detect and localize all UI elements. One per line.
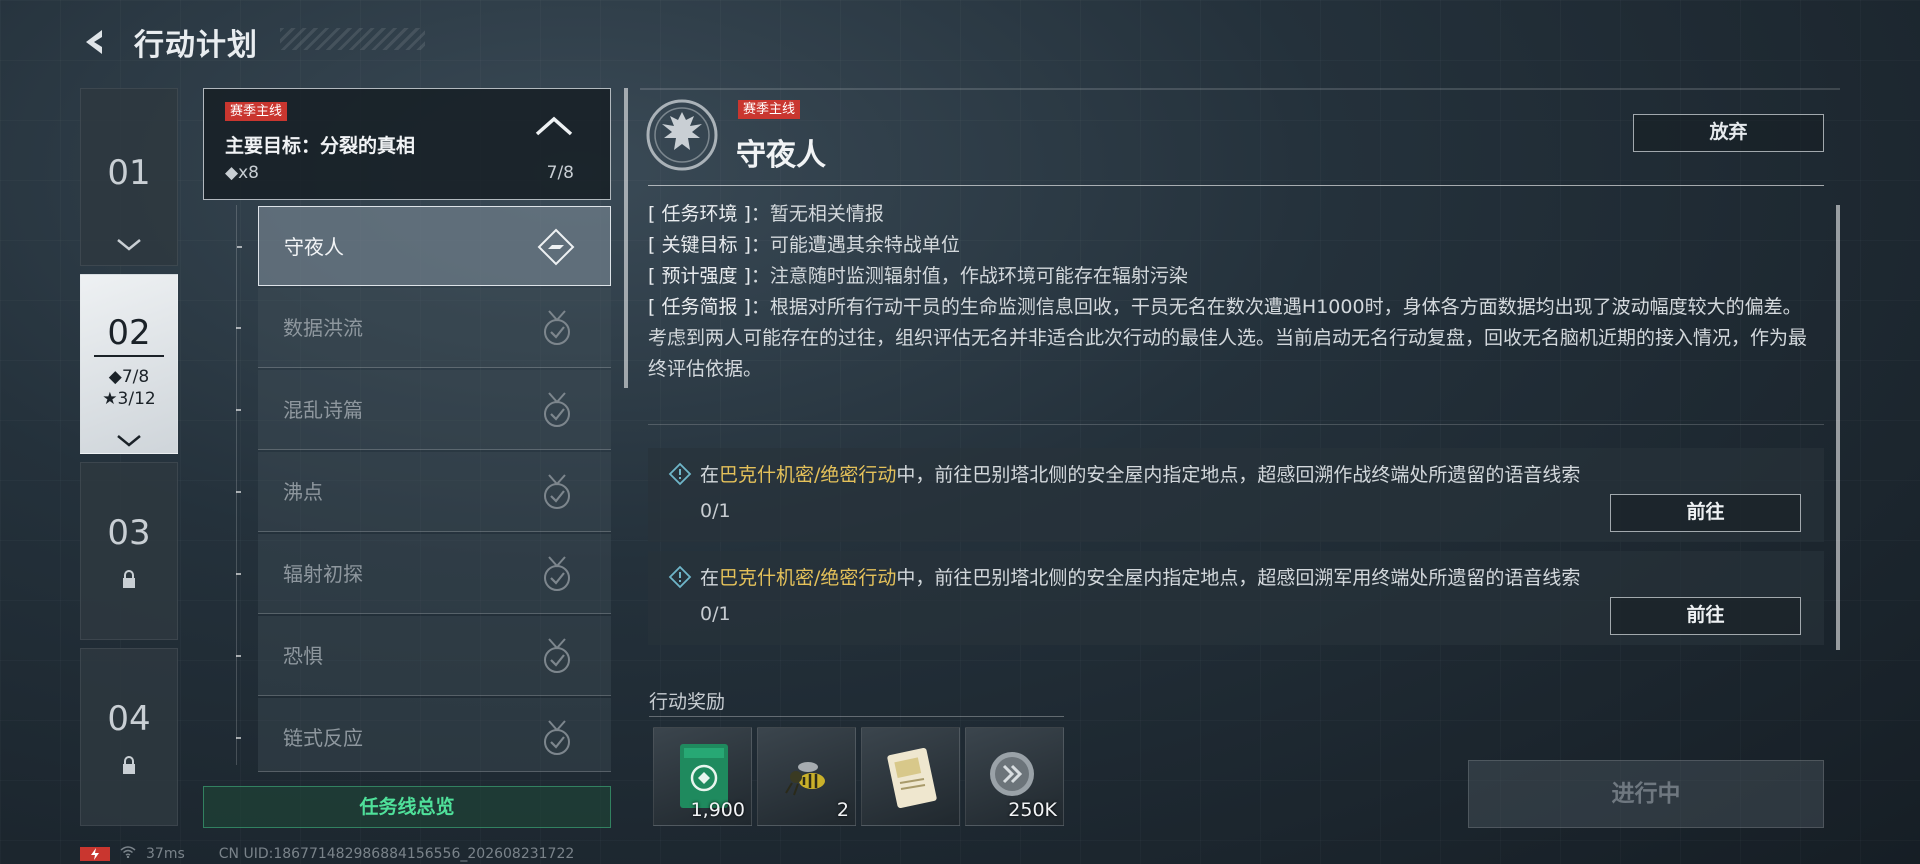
tree-node <box>236 409 241 411</box>
reward-item[interactable]: 1,900 <box>653 727 752 826</box>
detail-divider <box>648 185 1824 186</box>
mission-item[interactable]: 数据洪流 <box>236 288 611 368</box>
chapter-tab-01[interactable]: 01 <box>80 88 178 266</box>
completed-medal-icon <box>537 718 577 758</box>
completed-medal-icon <box>537 636 577 676</box>
main-goal-card[interactable]: 赛季主线 主要目标：分裂的真相 ◆x8 7/8 <box>203 88 611 200</box>
mission-list-scrollbar[interactable] <box>624 88 628 388</box>
info-briefing: [ 任务简报 ]：根据对所有行动干员的生命监测信息回收，干员无名在数次遭遇H10… <box>648 296 1808 380</box>
tree-node <box>236 491 241 493</box>
main-goal-progress: 7/8 <box>546 163 574 183</box>
reward-count: 1,900 <box>690 799 745 821</box>
mission-title: 守夜人 <box>736 138 826 173</box>
lock-icon <box>81 569 177 589</box>
reward-item[interactable] <box>861 727 960 826</box>
info-environment: [ 任务环境 ]：暂无相关情报 <box>648 203 884 225</box>
rewards-divider <box>649 716 1064 717</box>
chapter-number: 01 <box>107 153 151 193</box>
back-arrow-icon[interactable] <box>78 25 112 59</box>
mission-item[interactable]: 沸点 <box>236 452 611 532</box>
objective-progress: 0/1 <box>700 603 731 625</box>
completed-medal-icon <box>537 308 577 348</box>
info-difficulty: [ 预计强度 ]：注意随时监测辐射值，作战环境可能存在辐射污染 <box>648 265 1188 287</box>
completed-medal-icon <box>537 472 577 512</box>
lock-icon <box>81 755 177 775</box>
info-divider <box>648 424 1824 425</box>
abandon-button[interactable]: 放弃 <box>1633 114 1824 152</box>
mission-label: 数据洪流 <box>283 316 363 340</box>
wifi-icon <box>120 846 136 862</box>
go-button[interactable]: 前往 <box>1610 494 1801 532</box>
detail-scrollbar[interactable] <box>1836 205 1840 650</box>
tree-node <box>237 246 242 248</box>
mission-item[interactable]: 守夜人 <box>237 206 611 286</box>
chapter-star-progress: ★3/12 <box>102 389 156 409</box>
chevron-down-icon[interactable] <box>81 237 177 256</box>
tree-node <box>236 573 241 575</box>
uid-text: CN UID:186771482986884156556_20260823172… <box>218 846 575 862</box>
tree-node <box>236 737 241 739</box>
mission-label: 混乱诗篇 <box>283 398 363 422</box>
objective-progress: 0/1 <box>700 500 731 522</box>
mission-label: 链式反应 <box>283 726 363 750</box>
go-button[interactable]: 前往 <box>1610 597 1801 635</box>
mission-item[interactable]: 辐射初探 <box>236 534 611 614</box>
header: 行动计划 <box>78 18 258 66</box>
objective-diamond-icon <box>668 462 692 486</box>
chapter-number: 04 <box>107 699 151 739</box>
objective-item: 在巴克什机密/绝密行动中，前往巴别塔北侧的安全屋内指定地点，超感回溯作战终端处所… <box>648 448 1824 542</box>
objective-item: 在巴克什机密/绝密行动中，前往巴别塔北侧的安全屋内指定地点，超感回溯军用终端处所… <box>648 551 1824 645</box>
objective-diamond-icon <box>668 565 692 589</box>
mission-info: [ 任务环境 ]：暂无相关情报 [ 关键目标 ]：可能遭遇其余特战单位 [ 预计… <box>648 199 1818 385</box>
reward-item[interactable]: 250K <box>965 727 1064 826</box>
chevron-up-icon[interactable] <box>534 115 574 141</box>
chapter-diamond-progress: ◆7/8 <box>108 367 150 387</box>
questline-overview-button[interactable]: 任务线总览 <box>203 786 611 828</box>
chapter-tab-02[interactable]: 02 ◆7/8 ★3/12 <box>80 274 178 454</box>
completed-medal-icon <box>537 390 577 430</box>
title-decoration <box>280 28 425 50</box>
chapter-number: 02 <box>107 313 151 353</box>
chapter-tab-04[interactable]: 04 <box>80 648 178 826</box>
completed-medal-icon <box>537 554 577 594</box>
mission-item[interactable]: 链式反应 <box>236 698 611 772</box>
objective-text: 在巴克什机密/绝密行动中，前往巴别塔北侧的安全屋内指定地点，超感回溯军用终端处所… <box>700 567 1581 589</box>
chevron-down-icon[interactable] <box>81 433 177 452</box>
battery-charging-icon <box>80 847 110 861</box>
detail-top-divider <box>640 88 1840 90</box>
chapter-number: 03 <box>107 513 151 553</box>
reward-count: 250K <box>1008 799 1057 821</box>
tree-node <box>236 327 241 329</box>
mission-label: 恐惧 <box>283 644 323 668</box>
main-goal-title: 主要目标：分裂的真相 <box>225 135 416 157</box>
season-main-tag: 赛季主线 <box>225 102 288 121</box>
objective-location: 巴克什机密/绝密行动 <box>719 464 897 486</box>
objective-text: 在巴克什机密/绝密行动中，前往巴别塔北侧的安全屋内指定地点，超感回溯作战终端处所… <box>700 464 1581 486</box>
mission-label: 守夜人 <box>284 235 344 259</box>
chapter-divider <box>94 355 164 357</box>
main-goal-reward: ◆x8 <box>225 163 259 183</box>
reward-item[interactable]: 2 <box>757 727 856 826</box>
mission-label: 辐射初探 <box>283 562 363 586</box>
document-icon <box>862 728 961 827</box>
status-bar: 37ms CN UID:186771482986884156556_202608… <box>80 846 574 862</box>
mission-item[interactable]: 恐惧 <box>236 616 611 696</box>
chapter-tab-03[interactable]: 03 <box>80 462 178 640</box>
season-main-tag: 赛季主线 <box>738 100 801 119</box>
info-key-target: [ 关键目标 ]：可能遭遇其余特战单位 <box>648 234 960 256</box>
tree-node <box>236 655 241 657</box>
reward-count: 2 <box>836 799 849 821</box>
rewards-label: 行动奖励 <box>649 691 726 713</box>
eagle-emblem-icon <box>640 98 724 171</box>
page-title: 行动计划 <box>134 28 258 63</box>
ping-value: 37ms <box>146 846 185 862</box>
in-progress-status-button: 进行中 <box>1468 760 1824 828</box>
in-progress-diamond-icon <box>536 227 576 267</box>
mission-item[interactable]: 混乱诗篇 <box>236 370 611 450</box>
objective-location: 巴克什机密/绝密行动 <box>719 567 897 589</box>
mission-label: 沸点 <box>283 480 323 504</box>
mission-tree-line <box>236 205 237 765</box>
